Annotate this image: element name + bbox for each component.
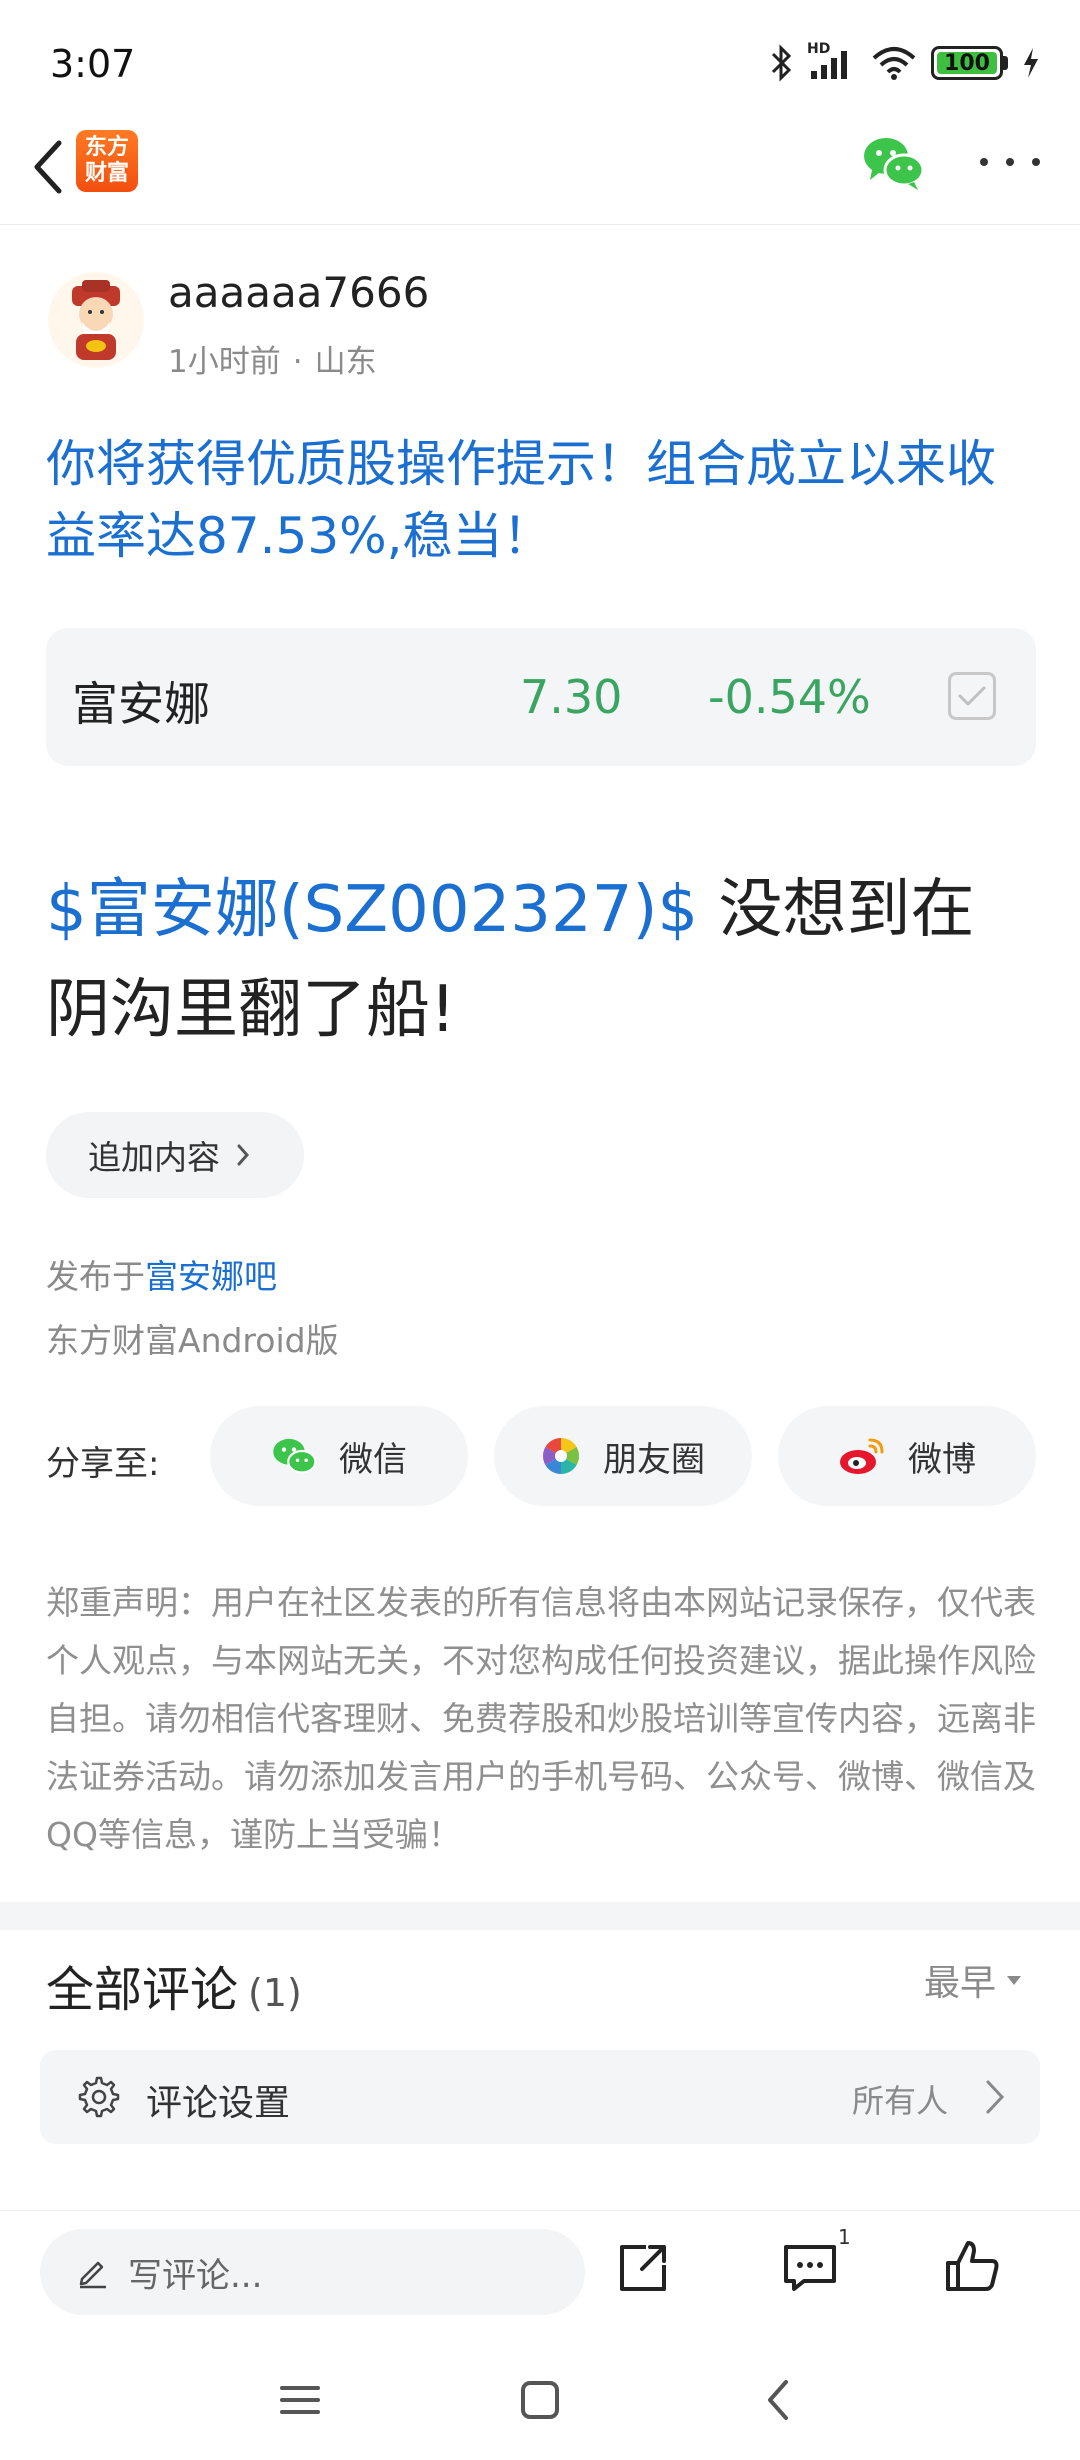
promo-link[interactable]: 你将获得优质股操作提示！组合成立以来收益率达87.53%,稳当！ bbox=[46, 428, 1036, 572]
comment-icon[interactable] bbox=[778, 2235, 842, 2299]
bluetooth-icon bbox=[771, 44, 792, 82]
bottom-action-bar: 写评论... 1 bbox=[0, 2210, 1080, 2320]
comment-settings-label: 评论设置 bbox=[146, 2083, 291, 2124]
signal-icon: HD bbox=[807, 41, 857, 81]
add-watchlist-checkbox[interactable] bbox=[948, 672, 996, 720]
thumbs-up-icon[interactable] bbox=[940, 2235, 1004, 2299]
chevron-left-icon bbox=[34, 140, 62, 194]
section-divider bbox=[0, 1902, 1080, 1930]
back-button[interactable] bbox=[18, 132, 78, 202]
wechat-share-button[interactable] bbox=[862, 132, 925, 192]
post-client: 东方财富Android版 bbox=[46, 1321, 339, 1360]
post-location: 山东 bbox=[314, 344, 377, 380]
published-in: 发布于富安娜吧 bbox=[46, 1250, 277, 1298]
post-meta: 1小时前 · 山东 bbox=[168, 336, 377, 381]
wechat-icon bbox=[273, 1438, 317, 1474]
comment-settings-row[interactable]: 评论设置 所有人 bbox=[40, 2050, 1040, 2144]
share-moments-label: 朋友圈 bbox=[603, 1439, 705, 1480]
home-icon[interactable] bbox=[510, 2370, 570, 2430]
system-navigation-bar bbox=[0, 2340, 1080, 2460]
meta-separator: · bbox=[292, 344, 303, 380]
wifi-icon bbox=[872, 47, 916, 80]
stock-mention-link[interactable]: $富安娜(SZ002327)$ bbox=[46, 873, 698, 947]
charging-icon bbox=[1024, 48, 1038, 78]
weibo-icon bbox=[840, 1438, 884, 1474]
app-logo: 东方 财富 bbox=[76, 130, 138, 192]
comments-title: 全部评论 (1) bbox=[46, 1950, 302, 2020]
fortune-god-avatar-icon bbox=[72, 280, 120, 360]
share-row: 分享至: 微信 朋友圈 微博 bbox=[46, 1406, 1036, 1506]
comment-input-placeholder: 写评论... bbox=[128, 2255, 263, 2296]
share-icon[interactable] bbox=[612, 2235, 676, 2299]
published-prefix: 发布于 bbox=[46, 1257, 145, 1296]
menu-icon[interactable] bbox=[270, 2370, 330, 2430]
chevron-right-icon bbox=[237, 1144, 250, 1166]
share-weibo-label: 微博 bbox=[908, 1439, 976, 1480]
stock-name: 富安娜 bbox=[72, 677, 210, 731]
add-content-label: 追加内容 bbox=[88, 1138, 220, 1177]
app-header: 东方 财富 bbox=[0, 120, 1080, 225]
wechat-icon bbox=[864, 138, 925, 190]
stock-change: -0.54% bbox=[708, 670, 871, 724]
add-content-button[interactable]: 追加内容 bbox=[46, 1112, 304, 1198]
comments-title-label: 全部评论 bbox=[46, 1962, 239, 2018]
more-options-button[interactable] bbox=[980, 140, 1040, 184]
post-content: $富安娜(SZ002327)$ 没想到在阴沟里翻了船! bbox=[46, 860, 1036, 1060]
username[interactable]: aaaaaa7666 bbox=[168, 268, 429, 317]
gear-icon bbox=[78, 2076, 120, 2118]
disclaimer-text: 郑重声明：用户在社区发表的所有信息将由本网站记录保存，仅代表个人观点，与本网站无… bbox=[46, 1583, 1036, 1854]
chevron-right-icon bbox=[986, 2080, 1005, 2114]
stock-card[interactable]: 富安娜 7.30 -0.54% bbox=[46, 628, 1036, 766]
share-weibo-button[interactable]: 微博 bbox=[778, 1406, 1036, 1506]
share-wechat-button[interactable]: 微信 bbox=[210, 1406, 468, 1506]
comment-sort-dropdown[interactable]: 最早 bbox=[924, 1954, 1022, 2006]
app-logo-text: 东方 财富 bbox=[84, 135, 129, 186]
status-bar: 3:07 HD 100 bbox=[0, 0, 1080, 135]
battery-icon: 100 bbox=[931, 46, 1003, 80]
share-label: 分享至: bbox=[46, 1444, 160, 1484]
caret-down-icon bbox=[1007, 1976, 1022, 1985]
moments-icon bbox=[542, 1438, 580, 1474]
back-nav-icon[interactable] bbox=[750, 2370, 810, 2430]
status-time: 3:07 bbox=[50, 42, 136, 86]
share-wechat-label: 微信 bbox=[339, 1439, 407, 1480]
check-icon bbox=[958, 686, 986, 706]
stock-price: 7.30 bbox=[520, 670, 623, 724]
status-icons: HD 100 bbox=[769, 41, 1040, 82]
share-moments-button[interactable]: 朋友圈 bbox=[494, 1406, 752, 1506]
pencil-icon bbox=[79, 2261, 106, 2289]
comment-input[interactable]: 写评论... bbox=[40, 2229, 585, 2315]
comments-count: (1) bbox=[248, 1971, 302, 2015]
avatar[interactable] bbox=[48, 272, 144, 368]
forum-link[interactable]: 富安娜吧 bbox=[145, 1257, 277, 1296]
comment-settings-value: 所有人 bbox=[852, 2082, 949, 2120]
comment-count-badge: 1 bbox=[838, 2225, 851, 2249]
post-time: 1小时前 bbox=[168, 344, 281, 380]
sort-label: 最早 bbox=[924, 1963, 997, 2004]
